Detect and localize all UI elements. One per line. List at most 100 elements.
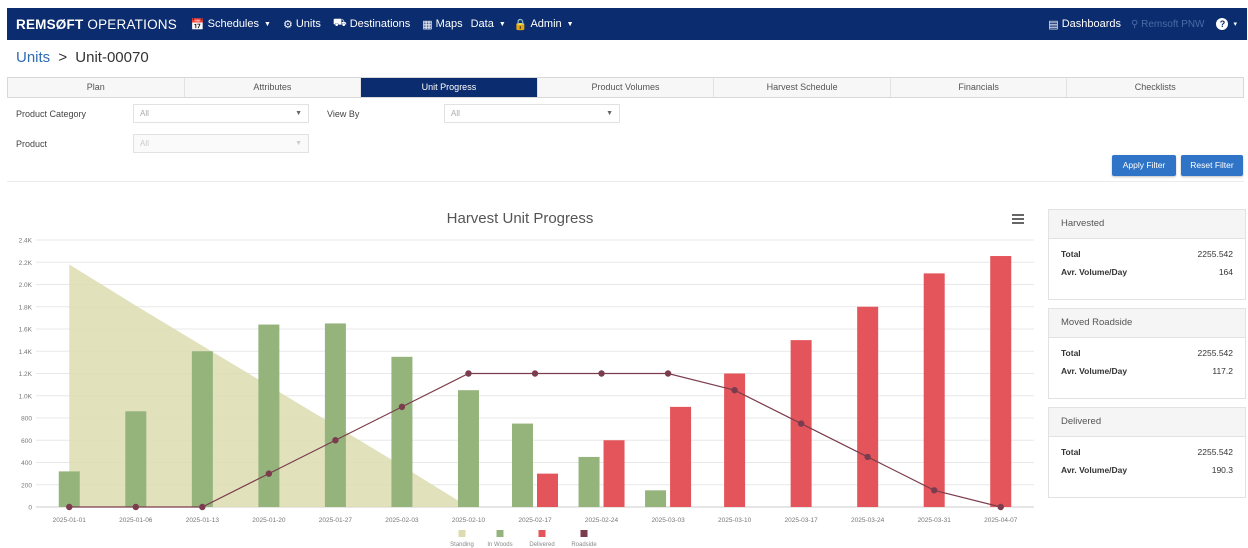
x-tick-label: 2025-01-20: [252, 517, 286, 524]
bar-chart-icon: ▤: [1048, 18, 1059, 31]
roadside-point: [931, 487, 938, 494]
x-tick-label: 2025-03-31: [918, 517, 952, 524]
x-tick-label: 2025-03-10: [718, 517, 752, 524]
x-tick-label: 2025-01-06: [119, 517, 153, 524]
y-tick-label: 2.2K: [19, 260, 33, 267]
x-tick-label: 2025-02-24: [585, 517, 619, 524]
caret-down-icon: ▼: [566, 20, 574, 28]
view-by-label: View By: [327, 109, 360, 119]
nav-schedules[interactable]: 📅 Schedules ▼: [191, 18, 271, 31]
avg-label: Avr. Volume/Day: [1061, 465, 1128, 475]
in-woods-bar: [191, 351, 213, 507]
reset-filter-button[interactable]: Reset Filter: [1181, 155, 1243, 176]
lock-icon: 🔒: [513, 18, 528, 31]
legend-swatch: [496, 530, 504, 537]
chevron-down-icon: ▼: [295, 140, 302, 147]
tab-product-volumes[interactable]: Product Volumes: [538, 78, 715, 97]
x-tick-label: 2025-01-01: [53, 517, 87, 524]
in-woods-bar: [125, 411, 147, 507]
avg-label: Avr. Volume/Day: [1061, 366, 1128, 376]
legend-label: Standing: [450, 542, 474, 548]
avg-value: 164: [1218, 267, 1233, 277]
roadside-point: [997, 503, 1004, 511]
delivered-card: Delivered Total 2255.542 Avr. Volume/Day 1…: [1048, 407, 1246, 498]
in-woods-bar: [391, 356, 413, 507]
tab-unit-progress[interactable]: Unit Progress: [361, 78, 538, 97]
roadside-point: [265, 470, 273, 477]
avg-row: Avr. Volume/Day 190.3: [1049, 461, 1245, 479]
nav-admin[interactable]: 🔒 Admin ▼: [514, 18, 574, 31]
y-tick-label: 600: [21, 438, 32, 445]
harvest-chart: Harvest Unit Progress 0 200 400 600 800 1.0K 1…: [0, 200, 1040, 548]
legend-label: Roadside: [571, 542, 597, 548]
caret-down-icon: ▾: [1233, 21, 1237, 28]
x-tick-label: 2025-03-03: [651, 517, 685, 524]
harvested-card: Harvested Total 2255.542 Avr. Volume/Day 1…: [1048, 209, 1246, 300]
legend-swatch: [458, 530, 466, 537]
in-woods-bar: [58, 471, 80, 507]
x-tick-label: 2025-01-13: [186, 517, 220, 524]
tab-attributes[interactable]: Attributes: [185, 78, 362, 97]
brand-name: REMSØFT: [16, 16, 84, 32]
roadside-point: [465, 370, 472, 377]
product-select[interactable]: All ▼: [133, 134, 309, 153]
y-tick-label: 2.4K: [19, 238, 33, 245]
product-value: All: [140, 139, 149, 148]
org-name-label: Remsoft PNW: [1141, 18, 1205, 30]
roadside-point: [598, 370, 605, 377]
breadcrumb-separator: >: [58, 49, 68, 66]
x-tick-label: 2025-04-07: [984, 517, 1018, 524]
nav-destinations-label: Destinations: [349, 18, 411, 30]
legend-swatch: [580, 530, 588, 537]
y-tick-label: 400: [21, 460, 32, 467]
tab-financials[interactable]: Financials: [891, 78, 1068, 97]
nav-right: ▤ Dashboards ⚲ Remsoft PNW ? ▾: [1036, 18, 1247, 31]
nav-dashboards[interactable]: ▤ Dashboards: [1048, 18, 1121, 31]
tab-plan[interactable]: Plan: [8, 78, 185, 97]
delivered-bar: [603, 440, 625, 507]
x-tick-label: 2025-02-10: [452, 517, 486, 524]
y-tick-label: 2.0K: [19, 282, 33, 289]
x-tick-label: 2025-01-27: [319, 517, 353, 524]
nav-data-label: Data: [470, 18, 494, 30]
brand-logo[interactable]: REMSØFT OPERATIONS: [16, 17, 177, 32]
nav-destinations[interactable]: ⛟ Destinations: [333, 17, 410, 31]
avg-row: Avr. Volume/Day 164: [1049, 263, 1245, 281]
tab-harvest-schedule[interactable]: Harvest Schedule: [714, 78, 891, 97]
y-tick-label: 1.6K: [19, 327, 33, 334]
nav-units[interactable]: ⚙ Units: [283, 18, 321, 31]
total-row: Total 2255.542: [1049, 443, 1245, 461]
calendar-icon: 📅: [190, 18, 205, 31]
in-woods-bar: [645, 490, 667, 507]
delivered-bar: [990, 256, 1012, 507]
roadside-point: [332, 437, 339, 444]
top-navbar: REMSØFT OPERATIONS 📅 Schedules ▼ ⚙ Units …: [7, 8, 1247, 40]
roadside-point: [797, 420, 805, 427]
avg-value: 117.2: [1212, 366, 1233, 376]
product-category-select[interactable]: All ▼: [133, 104, 309, 123]
delivered-bar: [670, 406, 692, 507]
roadside-point: [132, 503, 139, 511]
y-tick-label: 800: [21, 416, 32, 423]
nav-dashboards-label: Dashboards: [1061, 18, 1122, 30]
breadcrumb-units-link[interactable]: Units: [16, 49, 50, 66]
brand-suffix: OPERATIONS: [87, 16, 177, 32]
y-tick-label: 1.0K: [19, 393, 33, 400]
tab-checklists[interactable]: Checklists: [1067, 78, 1243, 97]
help-menu[interactable]: ? ▾: [1216, 18, 1237, 30]
nav-units-label: Units: [295, 18, 321, 30]
org-name[interactable]: ⚲ Remsoft PNW: [1131, 19, 1204, 30]
nav-data[interactable]: Data ▼: [471, 18, 506, 30]
x-tick-label: 2025-03-24: [851, 517, 885, 524]
view-by-select[interactable]: All ▼: [444, 104, 620, 123]
product-label: Product: [16, 139, 48, 149]
total-row: Total 2255.542: [1049, 245, 1245, 263]
map-icon: ▦: [422, 18, 433, 31]
card-title: Harvested: [1049, 210, 1245, 239]
apply-filter-button[interactable]: Apply Filter: [1112, 155, 1176, 176]
roadside-point: [531, 370, 539, 377]
view-by-value: All: [451, 109, 460, 118]
roadside-point: [398, 403, 406, 411]
y-tick-label: 1.8K: [19, 304, 33, 311]
nav-maps[interactable]: ▦ Maps: [422, 18, 462, 31]
